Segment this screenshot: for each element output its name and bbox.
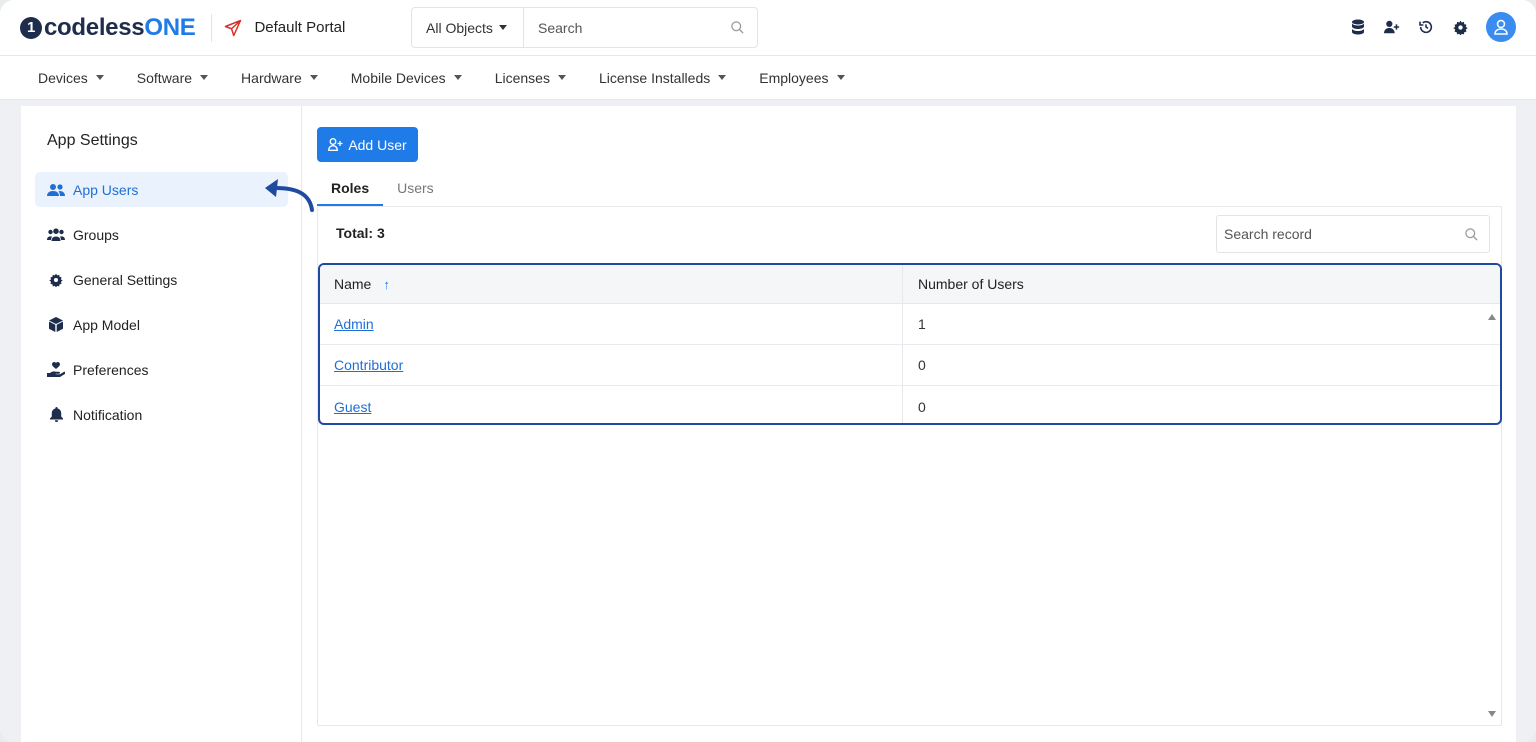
hand-heart-icon <box>47 362 65 377</box>
gear-icon[interactable] <box>1452 19 1468 35</box>
sidebar-item-general-settings[interactable]: General Settings <box>35 262 288 297</box>
portal-switcher[interactable]: Default Portal <box>224 19 345 37</box>
nav-item-label: Hardware <box>241 69 302 86</box>
settings-sidebar: App Settings App Users Groups General Se… <box>21 106 302 742</box>
role-link[interactable]: Contributor <box>334 357 403 373</box>
sidebar-item-notification[interactable]: Notification <box>35 397 288 432</box>
portal-label: Default Portal <box>254 19 346 36</box>
cell-count: 1 <box>918 316 926 332</box>
object-select-label: All Objects <box>426 19 493 36</box>
nav-item-label: Employees <box>759 69 829 86</box>
cell-count: 0 <box>918 398 926 415</box>
cell-name: Admin <box>320 304 903 344</box>
caret-down-icon <box>95 75 104 80</box>
column-header-name[interactable]: Name ↑ <box>320 265 903 303</box>
caret-down-icon <box>557 75 566 80</box>
nav-item-label: Software <box>136 69 193 86</box>
record-search-input[interactable]: Search record <box>1224 226 1464 242</box>
nav-item-devices[interactable]: Devices <box>38 70 104 86</box>
sidebar-item-app-users[interactable]: App Users <box>35 172 288 207</box>
table-row: Guest 0 <box>320 386 1500 423</box>
tab-bar: Roles Users <box>317 174 448 206</box>
cell-name: Contributor <box>320 345 903 385</box>
global-search: All Objects Search <box>411 7 758 48</box>
role-link[interactable]: Admin <box>334 316 374 332</box>
sidebar-title: App Settings <box>47 132 138 149</box>
sidebar-item-label: App Users <box>73 181 139 198</box>
add-user-button[interactable]: Add User <box>317 127 418 162</box>
bell-icon <box>47 407 65 422</box>
object-select[interactable]: All Objects <box>412 8 524 47</box>
callout-arrow-icon <box>265 179 314 212</box>
search-icon[interactable] <box>730 20 745 35</box>
role-link[interactable]: Guest <box>334 399 371 415</box>
groups-icon <box>47 227 65 242</box>
nav-item-software[interactable]: Software <box>136 69 209 86</box>
sidebar-item-label: App Model <box>73 316 140 333</box>
tab-roles[interactable]: Roles <box>317 174 384 206</box>
roles-table: Name ↑ Number of Users Admin 1 Contribut… <box>318 263 1502 425</box>
caret-down-icon <box>498 25 507 30</box>
add-user-icon <box>328 138 343 151</box>
user-avatar-icon[interactable] <box>1486 12 1516 42</box>
cube-icon <box>47 317 65 332</box>
nav-item-label: Devices <box>38 69 88 86</box>
sidebar-item-preferences[interactable]: Preferences <box>35 352 288 387</box>
caret-down-icon <box>200 75 209 80</box>
record-search[interactable]: Search record <box>1216 215 1490 253</box>
add-user-label: Add User <box>348 136 407 153</box>
table-row: Admin 1 <box>320 304 1500 345</box>
scroll-down-arrow-icon[interactable] <box>1488 711 1496 717</box>
paper-plane-icon <box>225 19 242 36</box>
sidebar-item-app-model[interactable]: App Model <box>35 307 288 342</box>
logo-text-accent: ONE <box>144 13 196 41</box>
top-toolbar <box>1350 12 1516 42</box>
top-bar: 1 codeless ONE Default Portal All Objects… <box>0 0 1536 56</box>
nav-item-mobile-devices[interactable]: Mobile Devices <box>351 70 462 86</box>
roles-card: Total: 3 Search record Name ↑ Number of … <box>317 206 1502 726</box>
caret-down-icon <box>309 75 318 80</box>
table-header: Name ↑ Number of Users <box>320 265 1500 304</box>
search-input[interactable]: Search <box>538 20 730 36</box>
table-row: Contributor 0 <box>320 345 1500 386</box>
caret-down-icon <box>718 75 727 80</box>
brand-logo[interactable]: 1 codeless ONE <box>20 13 196 42</box>
column-header-label: Number of Users <box>918 276 1024 292</box>
users-icon <box>47 183 65 197</box>
logo-badge-icon: 1 <box>20 16 42 39</box>
cell-count: 0 <box>918 357 926 373</box>
caret-down-icon <box>836 75 845 80</box>
object-nav-bar: Devices Software Hardware Mobile Devices… <box>0 56 1536 100</box>
total-count: Total: 3 <box>336 225 385 241</box>
nav-item-label: License Installeds <box>598 69 711 86</box>
nav-item-hardware[interactable]: Hardware <box>241 70 318 86</box>
sidebar-item-label: Preferences <box>73 361 149 378</box>
history-icon[interactable] <box>1418 19 1434 35</box>
tab-users[interactable]: Users <box>383 174 448 206</box>
nav-item-label: Mobile Devices <box>350 69 446 86</box>
sort-ascending-icon[interactable]: ↑ <box>383 277 390 292</box>
nav-item-label: Licenses <box>494 69 550 86</box>
column-header-number-of-users[interactable]: Number of Users <box>903 265 1500 303</box>
search-icon[interactable] <box>1464 227 1479 242</box>
scroll-up-arrow-icon[interactable] <box>1488 314 1496 320</box>
column-header-label: Name <box>334 276 372 292</box>
cell-name: Guest <box>320 386 903 423</box>
divider <box>211 13 213 42</box>
logo-text: codeless <box>44 13 145 41</box>
sidebar-item-groups[interactable]: Groups <box>35 217 288 252</box>
add-user-icon[interactable] <box>1384 19 1400 35</box>
nav-item-licenses[interactable]: Licenses <box>495 70 566 86</box>
main-panel: Add User Roles Users Total: 3 Search rec… <box>302 106 1516 742</box>
nav-item-license-installeds[interactable]: License Installeds <box>598 69 727 86</box>
sidebar-item-label: Groups <box>73 226 119 243</box>
sidebar-item-label: General Settings <box>73 271 178 288</box>
nav-item-employees[interactable]: Employees <box>759 69 845 86</box>
app-window: 1 codeless ONE Default Portal All Objects… <box>0 0 1536 742</box>
database-icon[interactable] <box>1350 19 1366 35</box>
sidebar-item-label: Notification <box>73 406 143 423</box>
gear-icon <box>47 273 65 287</box>
caret-down-icon <box>453 75 462 80</box>
